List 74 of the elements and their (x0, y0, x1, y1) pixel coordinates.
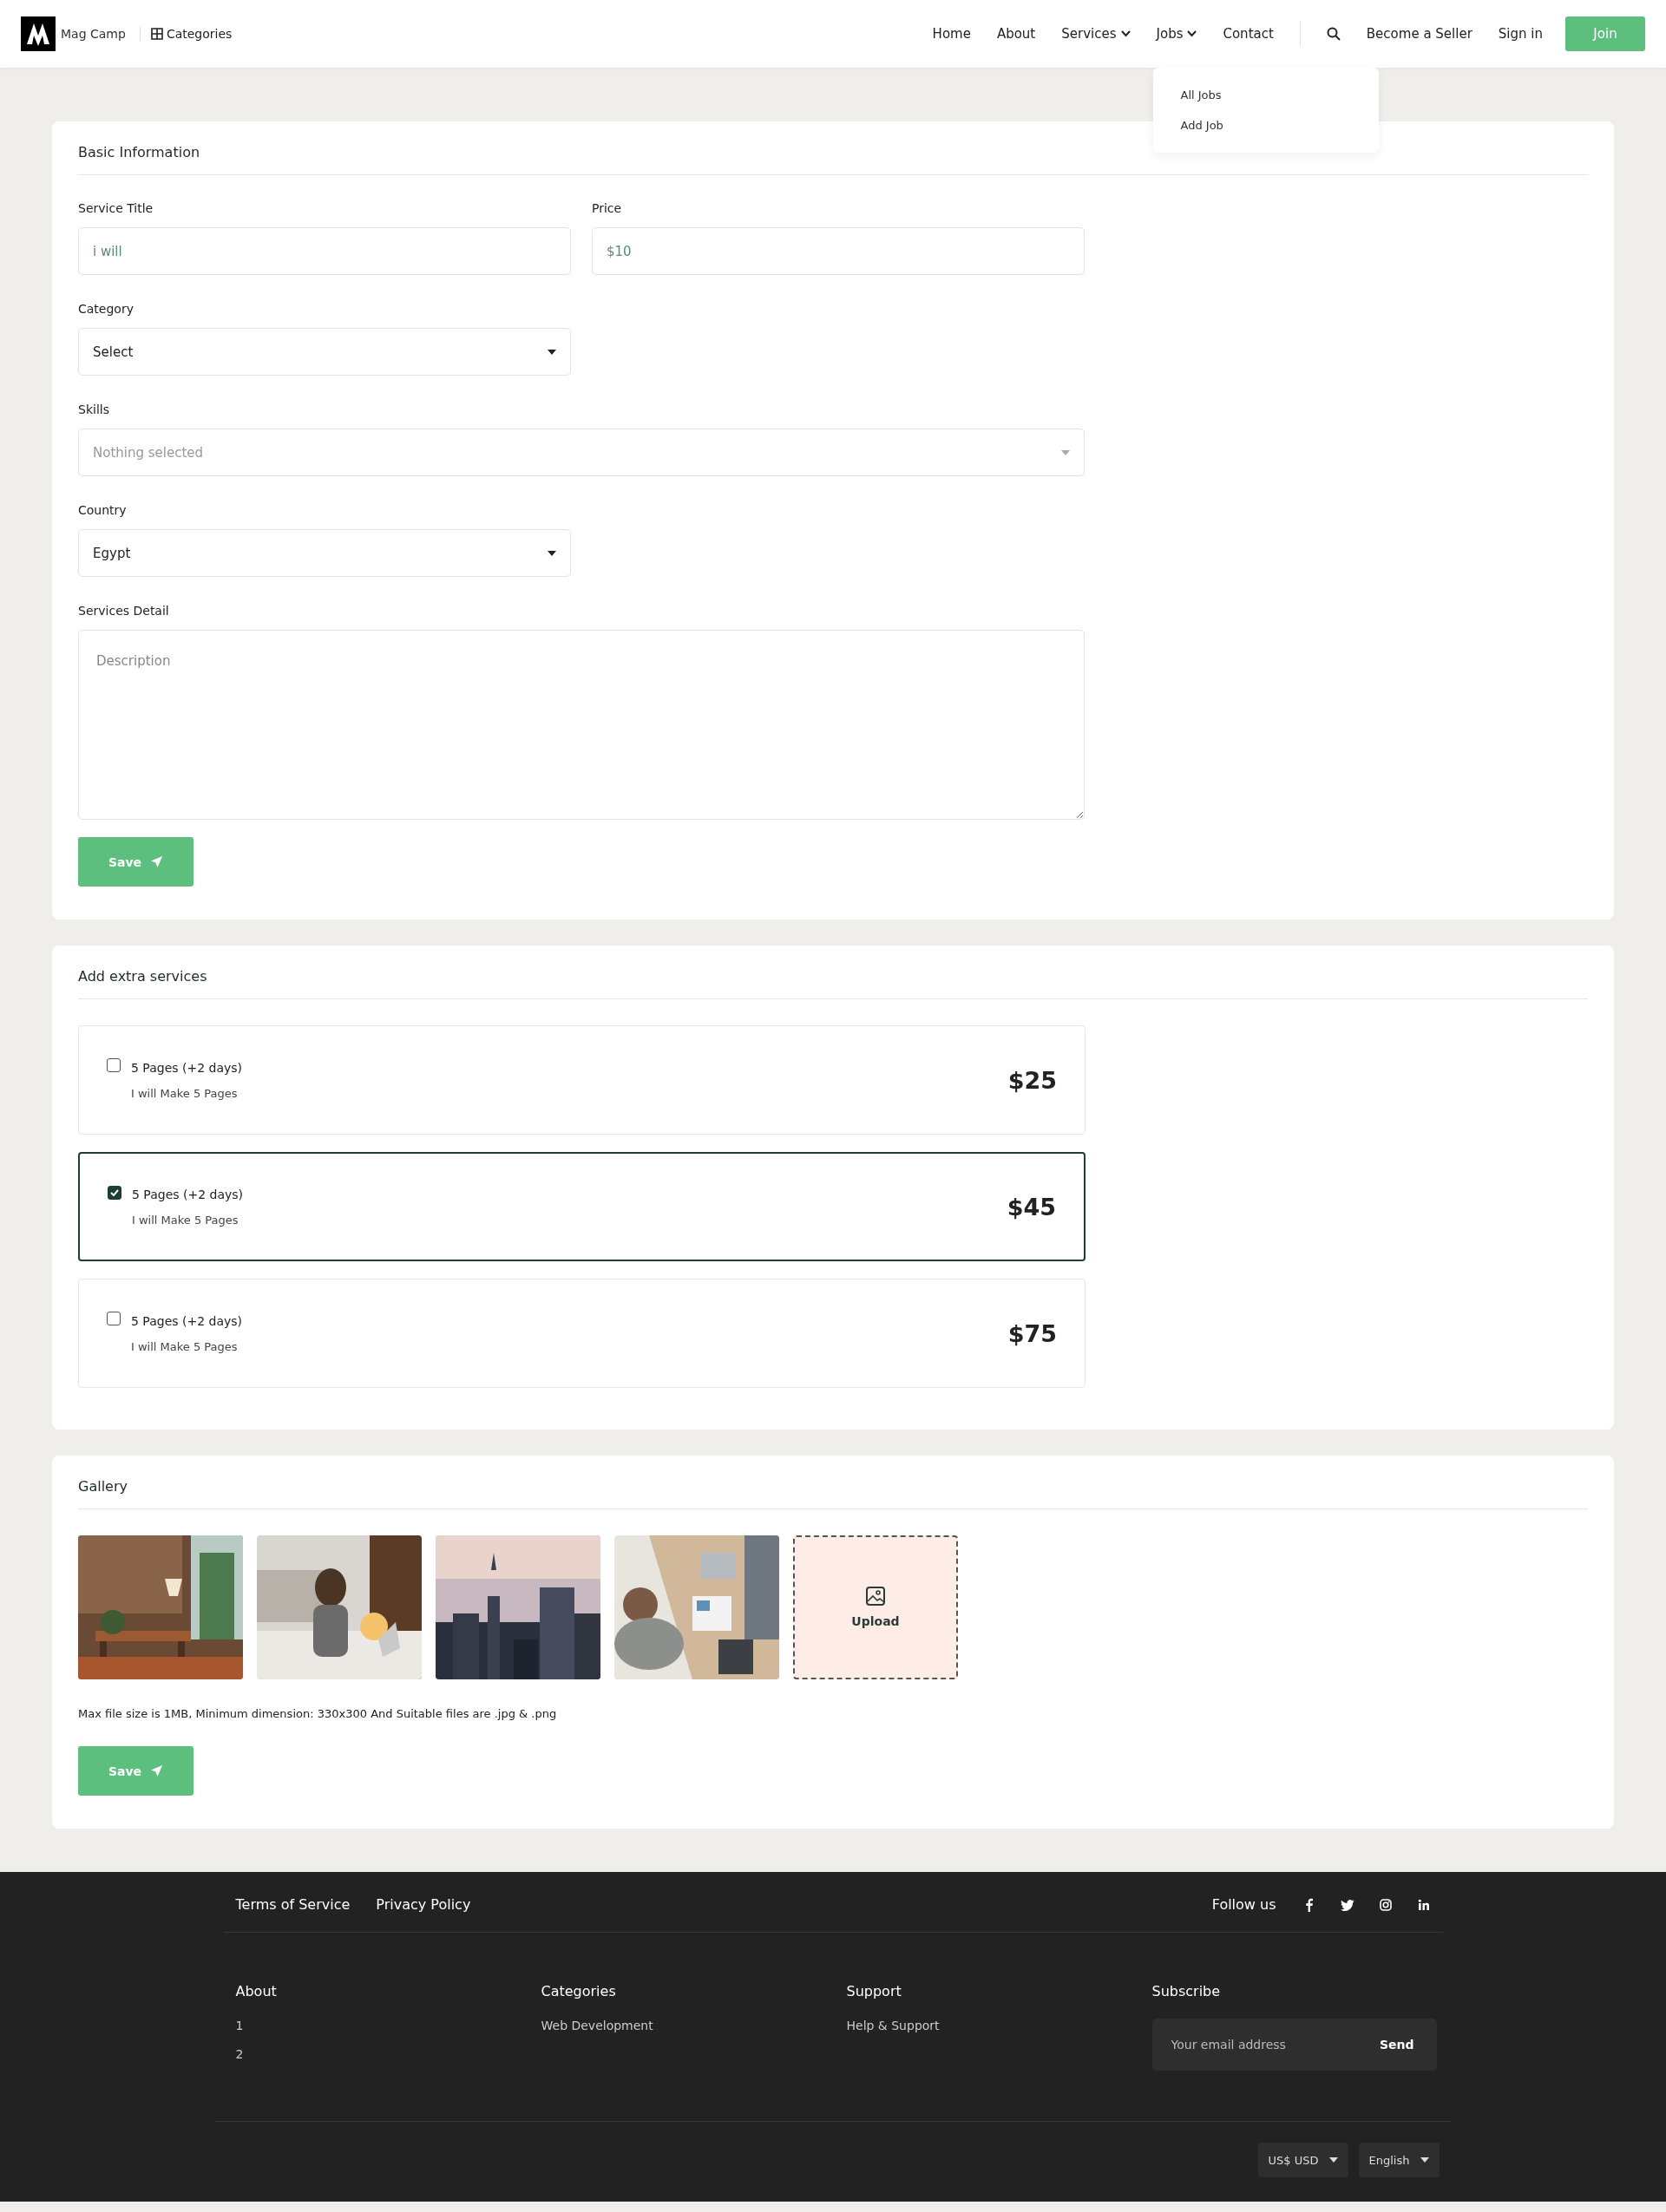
footer-heading: Subscribe (1151, 1983, 1222, 1999)
caret-icon (1420, 2157, 1429, 2163)
follow-us-label: Follow us (1211, 1896, 1276, 1913)
footer-heading: Categories (541, 1983, 617, 1999)
instagram-icon[interactable] (1378, 1897, 1393, 1912)
menu-item[interactable]: All Jobs (1152, 80, 1379, 110)
section-title: Gallery (78, 1478, 1588, 1509)
option-description: I will Make 5 Pages (132, 1213, 239, 1227)
field-label: Category (78, 302, 134, 316)
caret-icon (1328, 2157, 1338, 2163)
field-label: Services Detail (78, 604, 170, 618)
field-label: Skills (78, 402, 110, 416)
nav-link[interactable]: Home (932, 26, 971, 42)
nav-link[interactable]: Jobs (1156, 26, 1197, 42)
logo-text: Mag Camp (61, 27, 126, 41)
chevron-icon (1120, 30, 1131, 37)
nav-link[interactable]: About (996, 26, 1036, 42)
linkedin-icon[interactable] (1416, 1897, 1431, 1912)
option-title: 5 Pages (+2 days) (131, 1060, 243, 1075)
input-field[interactable]: i will (78, 227, 571, 275)
service-option-card[interactable]: 5 Pages (+2 days) I will Make 5 Pages $75 (78, 1279, 1086, 1388)
footer-link[interactable]: Terms of Service (235, 1896, 351, 1913)
twitter-icon[interactable] (1340, 1897, 1354, 1912)
select-field[interactable]: Select (78, 328, 571, 376)
sign-in-link[interactable]: Sign in (1498, 26, 1543, 42)
footer-heading: Support (846, 1983, 902, 1999)
search-icon[interactable] (1326, 27, 1341, 41)
caret-icon (548, 550, 556, 556)
section-title: Basic Information (78, 144, 1588, 175)
option-price: $45 (1007, 1193, 1056, 1221)
subscribe-field[interactable]: Your email address Send (1151, 2019, 1437, 2071)
service-option-card[interactable]: 5 Pages (+2 days) I will Make 5 Pages $45 (78, 1152, 1086, 1261)
caret-icon (1061, 449, 1070, 455)
field-label: Country (78, 503, 128, 517)
footer-heading: About (235, 1983, 278, 1999)
description-field[interactable]: Description (78, 630, 1085, 820)
language-select[interactable]: English (1358, 2143, 1440, 2177)
upload-button[interactable]: Upload (793, 1535, 958, 1679)
grid-icon (150, 28, 163, 40)
categories-link[interactable]: Categories (139, 27, 233, 41)
checkmark-icon (110, 1189, 119, 1196)
option-description: I will Make 5 Pages (131, 1339, 239, 1353)
footer-link[interactable]: 2 (235, 2047, 541, 2061)
upload-note: Max file size is 1MB, Minimum dimension: 330x300 And Suitable files are .jpg & .png (78, 1707, 558, 1720)
option-price: $75 (1007, 1319, 1057, 1347)
field-label: Service Title (78, 201, 154, 215)
currency-select[interactable]: US$ USD (1257, 2143, 1348, 2177)
logo-icon (21, 16, 56, 51)
footer-link[interactable]: Web Development (541, 2019, 847, 2032)
footer-link[interactable]: 1 (235, 2019, 541, 2032)
checkbox[interactable] (108, 1186, 121, 1200)
option-description: I will Make 5 Pages (131, 1086, 239, 1100)
menu-item[interactable]: Add Job (1152, 110, 1379, 141)
option-title: 5 Pages (+2 days) (132, 1187, 244, 1201)
footer-link[interactable]: Help & Support (846, 2019, 1152, 2032)
option-title: 5 Pages (+2 days) (131, 1313, 243, 1328)
image-icon (866, 1587, 885, 1606)
option-price: $25 (1007, 1066, 1057, 1094)
send-button[interactable]: Send (1374, 2037, 1420, 2052)
nav-link[interactable]: Contact (1223, 26, 1274, 42)
become-seller-link[interactable]: Become a Seller (1366, 26, 1473, 42)
chevron-icon (1187, 30, 1197, 37)
send-icon (150, 1764, 164, 1777)
footer-link[interactable]: Privacy Policy (376, 1896, 471, 1913)
service-option-card[interactable]: 5 Pages (+2 days) I will Make 5 Pages $25 (78, 1025, 1086, 1135)
input-field[interactable]: $10 (592, 227, 1085, 275)
field-label: Price (592, 201, 623, 215)
caret-icon (548, 349, 556, 355)
checkbox[interactable] (107, 1058, 121, 1072)
send-icon (150, 855, 164, 868)
nav-link[interactable]: Services (1061, 26, 1131, 42)
select-field[interactable]: Egypt (78, 529, 571, 577)
section-title: Add extra services (78, 968, 1588, 999)
checkbox[interactable] (107, 1312, 121, 1325)
